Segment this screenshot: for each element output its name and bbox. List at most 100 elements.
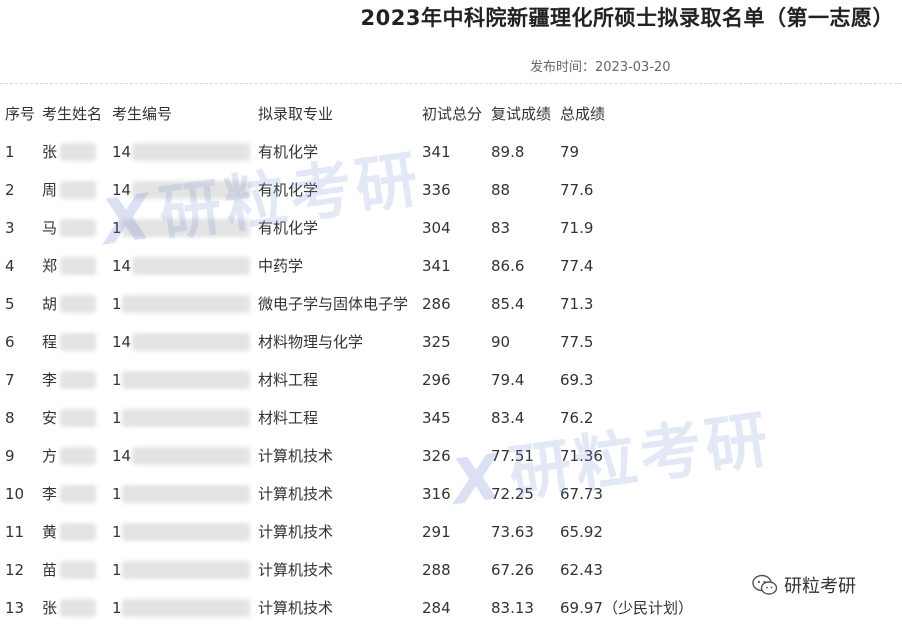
row-retest-score: 85.4 xyxy=(491,295,525,313)
row-id: 1 xyxy=(112,485,122,503)
header-seq: 序号 xyxy=(5,105,36,123)
redaction-mask xyxy=(60,523,96,541)
redaction-mask xyxy=(122,523,250,541)
row-major: 计算机技术 xyxy=(258,485,334,503)
row-retest-score: 79.4 xyxy=(491,371,525,389)
row-name: 苗 xyxy=(42,561,58,579)
redaction-mask xyxy=(60,561,96,579)
row-id: 14 xyxy=(112,333,132,351)
redaction-mask xyxy=(132,447,250,465)
row-id: 1 xyxy=(112,599,122,617)
row-initial-score: 336 xyxy=(422,181,451,199)
row-initial-score: 341 xyxy=(422,257,451,275)
row-total-score: 77.5 xyxy=(560,333,594,351)
row-retest-score: 83 xyxy=(491,219,511,237)
row-total-score: 71.9 xyxy=(560,219,594,237)
wechat-account: 研粒考研 xyxy=(752,572,856,598)
redaction-mask xyxy=(122,371,250,389)
row-seq: 8 xyxy=(5,409,15,427)
row-initial-score: 304 xyxy=(422,219,451,237)
row-major: 计算机技术 xyxy=(258,561,334,579)
row-initial-score: 326 xyxy=(422,447,451,465)
redaction-mask xyxy=(122,599,250,617)
row-major: 计算机技术 xyxy=(258,599,334,617)
row-initial-score: 286 xyxy=(422,295,451,313)
row-major: 中药学 xyxy=(258,257,304,275)
row-initial-score: 316 xyxy=(422,485,451,503)
redaction-mask xyxy=(60,295,96,313)
page-title: 2023年中科院新疆理化所硕士拟录取名单（第一志愿） xyxy=(360,6,894,30)
row-total-score: 69.97（少民计划） xyxy=(560,599,693,617)
redaction-mask xyxy=(122,295,250,313)
row-total-score: 62.43 xyxy=(560,561,603,579)
divider xyxy=(0,83,902,84)
row-total-score: 77.4 xyxy=(560,257,594,275)
row-name: 程 xyxy=(42,333,58,351)
wechat-icon xyxy=(752,574,778,595)
row-initial-score: 296 xyxy=(422,371,451,389)
publish-time: 发布时间：2023-03-20 xyxy=(530,60,671,75)
row-major: 计算机技术 xyxy=(258,447,334,465)
row-retest-score: 73.63 xyxy=(491,523,534,541)
row-initial-score: 341 xyxy=(422,143,451,161)
row-major: 材料物理与化学 xyxy=(258,333,364,351)
redaction-mask xyxy=(122,409,250,427)
row-major: 材料工程 xyxy=(258,371,319,389)
row-seq: 9 xyxy=(5,447,15,465)
header-total-score: 总成绩 xyxy=(560,105,606,123)
redaction-mask xyxy=(132,333,250,351)
row-name: 张 xyxy=(42,143,58,161)
row-major: 微电子学与固体电子学 xyxy=(258,295,409,313)
row-seq: 5 xyxy=(5,295,15,313)
row-id: 1 xyxy=(112,371,122,389)
row-major: 材料工程 xyxy=(258,409,319,427)
row-initial-score: 325 xyxy=(422,333,451,351)
header-retest-score: 复试成绩 xyxy=(491,105,552,123)
row-name: 安 xyxy=(42,409,58,427)
redaction-mask xyxy=(122,485,250,503)
row-seq: 3 xyxy=(5,219,15,237)
redaction-mask xyxy=(60,181,96,199)
row-name: 张 xyxy=(42,599,58,617)
redaction-mask xyxy=(60,485,96,503)
redaction-mask xyxy=(60,599,96,617)
row-seq: 1 xyxy=(5,143,15,161)
redaction-mask xyxy=(60,219,96,237)
row-initial-score: 345 xyxy=(422,409,451,427)
row-name: 李 xyxy=(42,371,58,389)
row-seq: 2 xyxy=(5,181,15,199)
row-id: 1 xyxy=(112,561,122,579)
row-total-score: 69.3 xyxy=(560,371,594,389)
row-name: 李 xyxy=(42,485,58,503)
row-retest-score: 67.26 xyxy=(491,561,534,579)
row-name: 马 xyxy=(42,219,58,237)
row-id: 14 xyxy=(112,143,132,161)
row-total-score: 71.3 xyxy=(560,295,594,313)
row-initial-score: 291 xyxy=(422,523,451,541)
row-major: 计算机技术 xyxy=(258,523,334,541)
row-name: 黄 xyxy=(42,523,58,541)
row-initial-score: 284 xyxy=(422,599,451,617)
redaction-mask xyxy=(122,561,250,579)
row-total-score: 77.6 xyxy=(560,181,594,199)
row-initial-score: 288 xyxy=(422,561,451,579)
row-name: 胡 xyxy=(42,295,58,313)
row-seq: 7 xyxy=(5,371,15,389)
row-seq: 4 xyxy=(5,257,15,275)
redaction-mask xyxy=(60,333,96,351)
header-id: 考生编号 xyxy=(112,105,173,123)
redaction-mask xyxy=(132,257,250,275)
row-seq: 13 xyxy=(5,599,25,617)
row-name: 郑 xyxy=(42,257,58,275)
row-id: 1 xyxy=(112,523,122,541)
header-major: 拟录取专业 xyxy=(258,105,334,123)
header-name: 考生姓名 xyxy=(42,105,103,123)
row-id: 1 xyxy=(112,409,122,427)
row-seq: 12 xyxy=(5,561,25,579)
row-total-score: 65.92 xyxy=(560,523,603,541)
row-id: 14 xyxy=(112,447,132,465)
header-initial-score: 初试总分 xyxy=(422,105,483,123)
row-retest-score: 86.6 xyxy=(491,257,525,275)
wechat-label: 研粒考研 xyxy=(784,576,856,597)
redaction-mask xyxy=(60,257,96,275)
